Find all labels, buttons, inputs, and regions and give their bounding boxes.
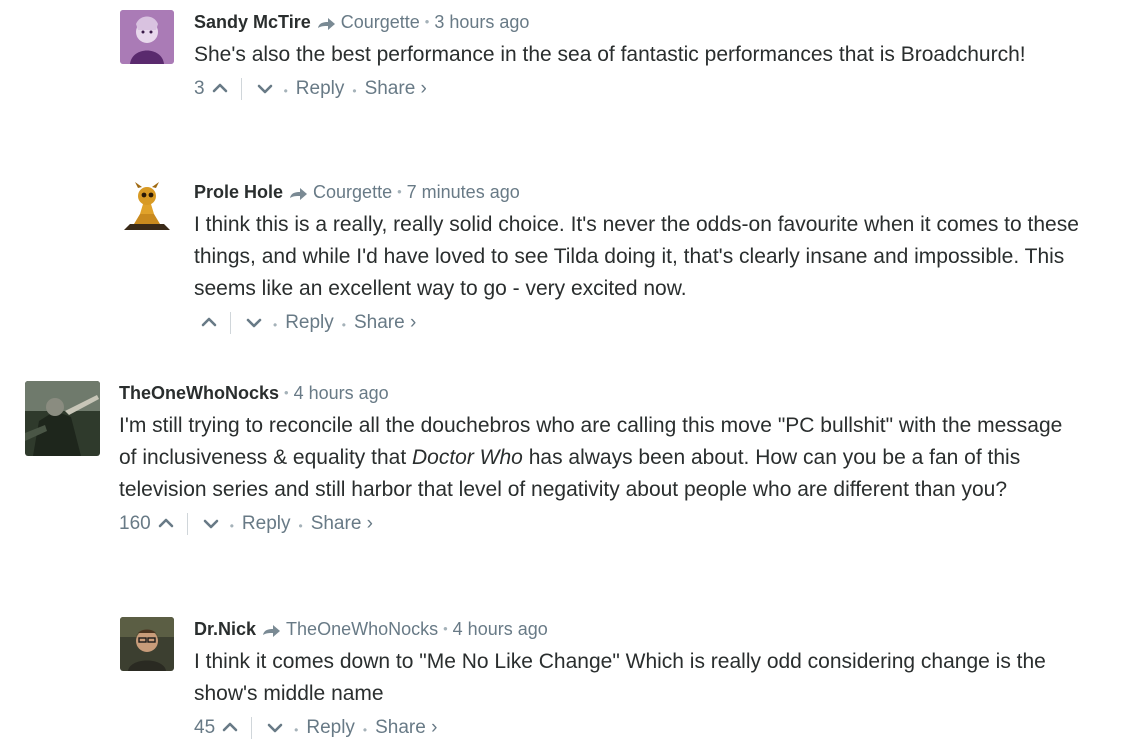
parent-author-link[interactable]: Courgette <box>313 180 392 204</box>
avatar-image <box>120 180 174 234</box>
chevron-up-icon[interactable] <box>219 716 241 738</box>
vote-divider <box>251 717 253 739</box>
chevron-up-icon[interactable] <box>155 512 177 534</box>
author-name[interactable]: TheOneWhoNocks <box>119 381 279 405</box>
comment-header: TheOneWhoNocks • 4 hours ago <box>119 381 1069 405</box>
separator-bullet: • <box>397 184 402 199</box>
vote-divider <box>186 513 188 535</box>
share-button[interactable]: Share › <box>311 513 373 535</box>
comment-text-emphasis: Doctor Who <box>412 446 523 469</box>
share-button[interactable]: Share › <box>365 78 427 100</box>
separator-dot: • <box>362 723 368 737</box>
timestamp[interactable]: 7 minutes ago <box>407 180 520 204</box>
comment: Prole Hole Courgette • 7 minutes ago I t… <box>120 180 1110 340</box>
vote-divider <box>240 78 242 100</box>
reply-arrow-icon <box>288 184 308 200</box>
comment: TheOneWhoNocks • 4 hours ago I'm still t… <box>25 381 1115 581</box>
comment-text: She's also the best performance in the s… <box>194 43 1026 66</box>
comment-footer: 45 • Reply • Share › <box>194 712 1094 744</box>
chevron-down-icon[interactable] <box>254 77 276 99</box>
parent-author-link[interactable]: Courgette <box>341 10 420 34</box>
comment-header: Sandy McTire Courgette • 3 hours ago <box>194 10 1094 34</box>
separator-dot: • <box>341 318 346 332</box>
reply-button[interactable]: Reply <box>242 513 291 535</box>
comment-text: I think this is a really, really solid c… <box>194 213 1079 300</box>
reply-arrow-icon <box>316 14 336 30</box>
avatar[interactable] <box>120 617 174 671</box>
chevron-up-icon[interactable] <box>209 77 231 99</box>
share-button[interactable]: Share › <box>375 717 437 739</box>
timestamp[interactable]: 3 hours ago <box>434 10 529 34</box>
comment-footer: 3 • Reply • Share › <box>194 73 1094 105</box>
chevron-down-icon[interactable] <box>264 716 286 738</box>
reply-arrow-icon <box>261 621 281 637</box>
timestamp[interactable]: 4 hours ago <box>453 617 548 641</box>
comment: Dr.Nick TheOneWhoNocks • 4 hours ago I t… <box>120 617 1110 742</box>
comment-body: Prole Hole Courgette • 7 minutes ago I t… <box>194 180 1094 339</box>
vote-divider <box>230 312 231 334</box>
separator-bullet: • <box>284 385 289 400</box>
comment-footer: • Reply • Share › <box>194 307 1094 339</box>
timestamp[interactable]: 4 hours ago <box>294 381 389 405</box>
comment-body: Dr.Nick TheOneWhoNocks • 4 hours ago I t… <box>194 617 1094 744</box>
avatar-image <box>120 10 174 64</box>
chevron-down-icon[interactable] <box>200 512 222 534</box>
separator-bullet: • <box>424 14 430 29</box>
separator-bullet: • <box>443 621 448 636</box>
upvote-count: 45 <box>194 717 216 738</box>
avatar[interactable] <box>120 180 174 234</box>
reply-button[interactable]: Reply <box>296 78 345 100</box>
avatar-image <box>25 381 100 456</box>
avatar-image <box>120 617 174 671</box>
chevron-down-icon[interactable] <box>243 311 265 333</box>
separator-dot: • <box>294 723 299 737</box>
parent-author-link[interactable]: TheOneWhoNocks <box>286 617 438 641</box>
separator-dot: • <box>352 84 357 98</box>
comment: Sandy McTire Courgette • 3 hours ago She… <box>120 10 1110 140</box>
comment-body: Sandy McTire Courgette • 3 hours ago She… <box>194 10 1094 105</box>
comment-header: Prole Hole Courgette • 7 minutes ago <box>194 180 1094 204</box>
comment-text: I'm still trying to reconcile all the do… <box>119 410 1069 506</box>
author-name[interactable]: Sandy McTire <box>194 10 311 34</box>
separator-dot: • <box>229 519 234 533</box>
reply-button[interactable]: Reply <box>306 717 355 739</box>
upvote-count: 3 <box>194 78 205 99</box>
upvote-count: 160 <box>119 513 151 534</box>
share-button[interactable]: Share › <box>354 312 416 334</box>
comment-header: Dr.Nick TheOneWhoNocks • 4 hours ago <box>194 617 1094 641</box>
reply-button[interactable]: Reply <box>285 312 334 334</box>
author-name[interactable]: Dr.Nick <box>194 617 256 641</box>
comment-text: I think it comes down to "Me No Like Cha… <box>194 650 1046 705</box>
author-name[interactable]: Prole Hole <box>194 180 283 204</box>
chevron-up-icon[interactable] <box>198 311 220 333</box>
avatar[interactable] <box>25 381 100 456</box>
separator-dot: • <box>273 318 278 332</box>
avatar[interactable] <box>120 10 174 64</box>
separator-dot: • <box>298 519 303 533</box>
separator-dot: • <box>283 84 288 98</box>
comment-footer: 160 • Reply • Share › <box>119 508 1069 540</box>
comment-body: TheOneWhoNocks • 4 hours ago I'm still t… <box>119 381 1069 540</box>
